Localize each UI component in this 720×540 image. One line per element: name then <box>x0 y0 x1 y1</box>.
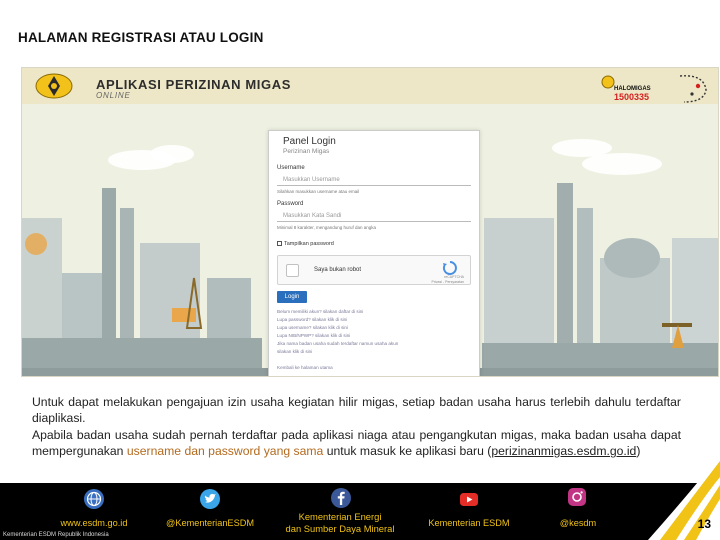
twitter-icon <box>200 489 220 509</box>
halomigas-number: 1500335 <box>614 92 650 102</box>
existing-company-link[interactable]: silakan klik di sini <box>277 349 312 354</box>
forgot-nib-link[interactable]: Lupa NIB/NPWP? silakan klik di sini <box>277 333 350 338</box>
login-panel: Panel Login Perizinan Migas Username Mas… <box>268 130 480 376</box>
description-paragraph-1: Untuk dapat melakukan pengajuan izin usa… <box>32 395 681 426</box>
password-input[interactable]: Masukkan Kata Sandi <box>277 211 471 222</box>
footer-bar: www.esdm.go.id @KementerianESDM Kementer… <box>0 483 720 540</box>
website-link[interactable]: www.esdm.go.id <box>56 518 132 528</box>
instagram-icon <box>568 488 586 506</box>
login-button[interactable]: Login <box>277 291 307 303</box>
forgot-username-link[interactable]: Lupa username? silakan klik di sini <box>277 325 348 330</box>
back-home-link[interactable]: Kembali ke halaman utama <box>277 365 333 370</box>
twitter-handle[interactable]: @KementerianESDM <box>158 518 262 528</box>
description-paragraph-2: Apabila badan usaha sudah pernah terdaft… <box>32 427 681 459</box>
esdm-logo-icon <box>35 73 73 99</box>
youtube-icon <box>460 493 478 506</box>
recaptcha-terms[interactable]: Privasi - Persyaratan <box>432 280 464 284</box>
globe-icon <box>84 489 104 509</box>
username-hint: Silahkan masukkan username atau email <box>277 189 360 194</box>
recaptcha-brand: reCAPTCHA <box>444 275 464 279</box>
youtube-channel[interactable]: Kementerian ESDM <box>420 518 518 528</box>
app-title: APLIKASI PERIZINAN MIGAS <box>96 77 291 92</box>
app-header: APLIKASI PERIZINAN MIGAS ONLINE HALOMIGA… <box>22 68 718 104</box>
description: Untuk dapat melakukan pengajuan izin usa… <box>32 394 681 460</box>
recaptcha-label: Saya bukan robot <box>314 267 362 273</box>
show-password-checkbox[interactable]: Tampilkan password <box>277 241 334 247</box>
username-label: Username <box>277 165 305 171</box>
password-hint: Minimal 8 karakter, mengandung huruf dan… <box>277 225 377 230</box>
app-screenshot: APLIKASI PERIZINAN MIGAS ONLINE HALOMIGA… <box>21 67 719 377</box>
recaptcha-checkbox[interactable] <box>286 264 299 277</box>
page-number: 13 <box>697 517 711 531</box>
halomigas-badge: HALOMIGAS 1500335 <box>600 72 712 104</box>
show-password-label: Tampilkan password <box>284 241 334 247</box>
recaptcha-logo-icon <box>442 261 457 275</box>
slide-title: HALAMAN REGISTRASI ATAU LOGIN <box>18 30 264 45</box>
password-label: Password <box>277 201 304 207</box>
recaptcha-widget: Saya bukan robot reCAPTCHA Privasi - Per… <box>277 255 471 285</box>
copyright-text: Kementerian ESDM Republik Indonesia <box>3 532 109 538</box>
app-url-link[interactable]: perizinanmigas.esdm.go.id <box>491 444 636 458</box>
existing-company-text: Jika nama badan usaha sudah terdaftar na… <box>277 341 399 346</box>
panel-subtitle: Perizinan Migas <box>283 148 330 155</box>
register-link[interactable]: Belum memiliki akun? silakan daftar di s… <box>277 309 363 314</box>
forgot-password-link[interactable]: Lupa password? silakan klik di sini <box>277 317 347 322</box>
panel-title: Panel Login <box>283 136 336 147</box>
ministry-name: Kementerian Energi dan Sumber Daya Miner… <box>285 511 395 534</box>
checkbox-icon[interactable] <box>277 241 282 247</box>
facebook-icon <box>331 488 351 508</box>
username-input[interactable]: Masukkan Username <box>277 175 471 186</box>
credentials-highlight: username dan password yang sama <box>126 444 324 459</box>
instagram-handle[interactable]: @kesdm <box>546 518 610 528</box>
app-subtitle: ONLINE <box>96 91 131 100</box>
